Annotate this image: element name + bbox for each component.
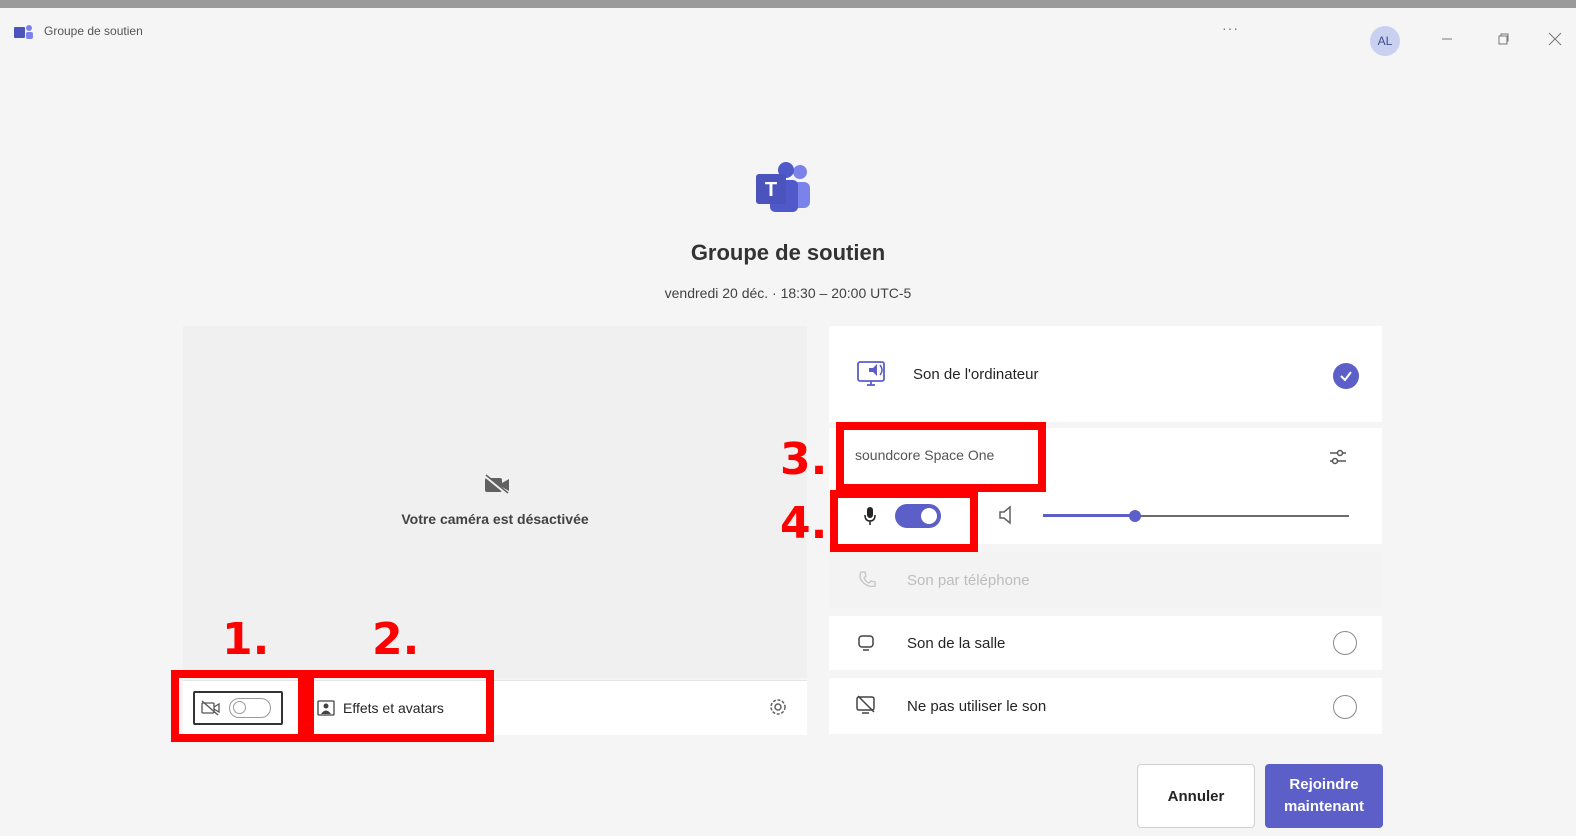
no-audio-icon — [856, 695, 875, 714]
room-audio-option[interactable]: Son de la salle — [829, 616, 1382, 670]
close-button[interactable] — [1540, 26, 1570, 52]
highlight-box-camera-toggle — [171, 670, 306, 742]
computer-audio-icon — [857, 361, 885, 386]
phone-icon — [859, 571, 876, 588]
no-audio-radio[interactable] — [1333, 695, 1357, 719]
computer-audio-option[interactable]: Son de l'ordinateur — [829, 326, 1382, 422]
no-audio-label: Ne pas utiliser le son — [907, 698, 1047, 715]
annotation-number-1: 1. — [222, 614, 270, 665]
restore-icon — [1498, 33, 1509, 45]
join-now-button[interactable]: Rejoindre maintenant — [1265, 764, 1383, 828]
meeting-time: vendredi 20 déc. · 18:30 – 20:00 UTC-5 — [664, 285, 912, 301]
computer-audio-label: Son de l'ordinateur — [913, 366, 1039, 383]
camera-off-icon — [484, 474, 509, 495]
room-audio-radio[interactable] — [1333, 631, 1357, 655]
checkmark-icon — [1340, 371, 1352, 382]
phone-audio-option[interactable]: Son par téléphone — [829, 552, 1382, 608]
title-bar: Groupe de soutien ··· AL — [0, 8, 1576, 56]
annotation-number-4: 4. — [780, 498, 828, 549]
minimize-button[interactable] — [1432, 26, 1462, 52]
device-settings-icon[interactable] — [1327, 446, 1349, 468]
volume-thumb[interactable] — [1128, 510, 1141, 522]
annotation-number-3: 3. — [780, 434, 828, 485]
avatar[interactable]: AL — [1370, 26, 1400, 56]
meeting-title: Groupe de soutien — [690, 240, 886, 265]
teams-app-icon — [14, 25, 33, 39]
highlight-box-device — [836, 422, 1046, 492]
highlight-box-effects — [306, 670, 494, 742]
svg-text:T: T — [765, 179, 777, 201]
cancel-button[interactable]: Annuler — [1137, 764, 1255, 828]
more-options-button[interactable]: ··· — [1222, 20, 1239, 36]
close-icon — [1548, 32, 1562, 46]
restore-button[interactable] — [1488, 26, 1518, 52]
selected-check — [1333, 363, 1359, 389]
room-audio-label: Son de la salle — [907, 635, 1006, 652]
window-title: Groupe de soutien — [44, 24, 143, 38]
no-audio-option[interactable]: Ne pas utiliser le son — [829, 678, 1382, 734]
window-frame — [0, 0, 1576, 8]
minimize-icon — [1442, 38, 1452, 40]
gear-icon[interactable] — [767, 696, 789, 718]
annotation-number-2: 2. — [372, 614, 420, 665]
teams-logo-icon: T — [756, 162, 810, 212]
volume-fill — [1043, 514, 1135, 517]
highlight-box-mic — [830, 490, 978, 552]
camera-off-text: Votre caméra est désactivée — [401, 511, 589, 527]
volume-slider[interactable] — [1043, 510, 1349, 522]
speaker-icon — [999, 505, 1011, 525]
video-preview: Votre caméra est désactivée — [183, 326, 807, 678]
phone-audio-label: Son par téléphone — [907, 572, 1030, 589]
room-audio-icon — [858, 635, 874, 651]
